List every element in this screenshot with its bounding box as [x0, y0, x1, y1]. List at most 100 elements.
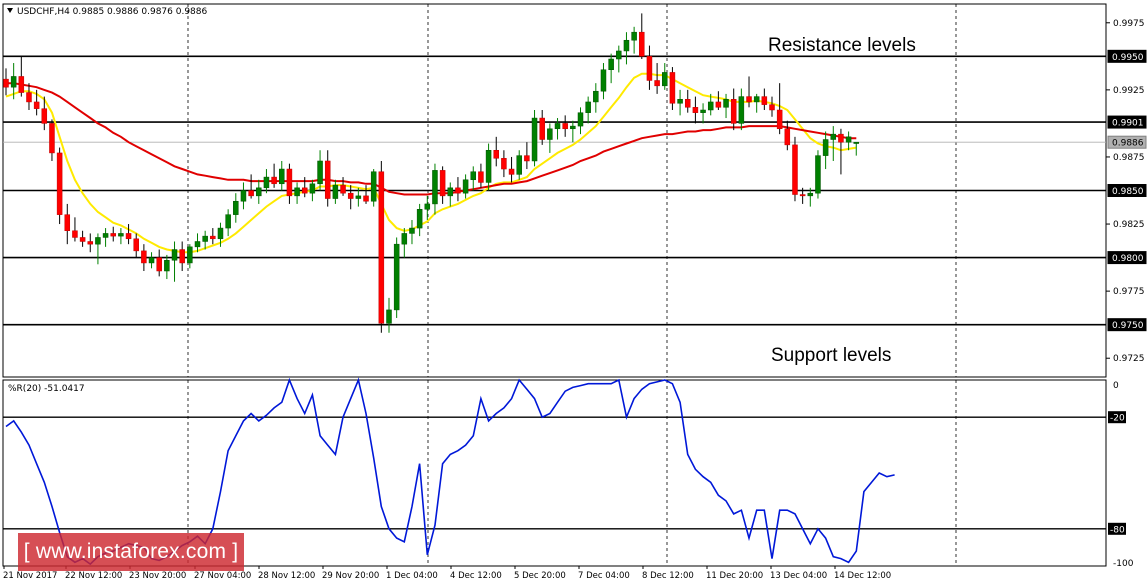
x-axis-label: 21 Nov 2017 — [3, 571, 57, 581]
candle-body — [600, 69, 607, 92]
candle-body — [455, 187, 461, 194]
price-tick-label: 0.9975 — [1113, 19, 1145, 29]
candle-body — [753, 96, 760, 103]
x-axis-label: 4 Dec 12:00 — [450, 571, 502, 581]
price-label-text: 0.9901 — [1112, 119, 1144, 129]
candle-body — [845, 136, 852, 143]
candle-body — [508, 168, 515, 175]
candle-body — [179, 249, 185, 264]
x-axis-label: 22 Nov 12:00 — [65, 571, 122, 581]
candle-body — [370, 171, 377, 202]
candle-body — [769, 104, 775, 111]
candle-body — [830, 133, 837, 140]
candle — [815, 150, 821, 199]
candle — [370, 169, 377, 207]
candle-body — [141, 250, 147, 264]
candle-body — [72, 230, 78, 238]
candle-body — [730, 99, 737, 124]
candle-body — [623, 39, 630, 52]
x-axis-label: 27 Nov 04:00 — [194, 571, 251, 581]
candle-body — [87, 241, 94, 245]
candle-body — [56, 152, 63, 215]
indicator-level-text: -20 — [1110, 414, 1125, 424]
x-axis-label: 28 Nov 12:00 — [258, 571, 315, 581]
candle-body — [501, 158, 507, 170]
candle-body — [639, 31, 645, 57]
x-axis-label: 7 Dec 04:00 — [578, 571, 630, 581]
price-tick-label: 0.9925 — [1113, 86, 1145, 96]
candle-body — [815, 155, 821, 194]
chart-root: 0.9975 0.9925 0.9875 0.9825 0.9775 0.9725 0.99… — [0, 0, 1147, 585]
candle-body — [662, 72, 668, 87]
indicator-level-text: -80 — [1110, 525, 1125, 535]
candle-body — [401, 233, 408, 245]
candle-body — [531, 117, 538, 162]
x-axis-label: 29 Nov 20:00 — [322, 571, 379, 581]
candle-body — [807, 192, 814, 197]
candle-body — [217, 227, 224, 240]
candle-body — [33, 101, 40, 109]
candle-body — [447, 187, 454, 197]
candle-body — [95, 237, 101, 245]
price-tick-label: 0.9775 — [1113, 287, 1145, 297]
price-label-text: 0.9750 — [1112, 321, 1144, 331]
x-axis-label: 13 Dec 04:00 — [770, 571, 827, 581]
candle-body — [577, 112, 584, 127]
candle-body — [363, 195, 369, 202]
x-axis-label: 11 Dec 20:00 — [706, 571, 763, 581]
candle — [393, 237, 400, 318]
candle-body — [593, 90, 599, 103]
candle-body — [646, 56, 653, 81]
candle — [378, 160, 385, 333]
candle — [792, 136, 798, 202]
candle-body — [470, 171, 477, 181]
price-label-text: 0.9850 — [1112, 187, 1144, 197]
candle-body — [784, 128, 791, 146]
candle-body — [424, 203, 431, 210]
candle-body — [616, 50, 622, 60]
candle-body — [125, 233, 132, 240]
candle-body — [386, 309, 392, 324]
candle-body — [301, 187, 308, 194]
candle-body — [822, 139, 829, 156]
candle-body — [309, 183, 316, 194]
candle-body — [700, 109, 706, 113]
watermark: [ www.instaforex.com ] — [18, 533, 244, 571]
candle-body — [493, 149, 499, 159]
candle-body — [669, 72, 676, 104]
candle-body — [64, 214, 71, 232]
candle-body — [746, 96, 752, 103]
candle-body — [761, 96, 768, 105]
candle-body — [585, 101, 591, 113]
candle — [56, 147, 63, 225]
price-tick-label: 0.9825 — [1113, 220, 1145, 230]
candle-body — [692, 107, 699, 113]
price-tick-label: 0.9725 — [1113, 354, 1145, 364]
price-label-text: 0.9886 — [1112, 139, 1144, 149]
candle-body — [233, 200, 239, 215]
candle-body — [240, 190, 247, 202]
candle-body — [355, 195, 362, 199]
candle-body — [79, 237, 86, 242]
candle-body — [516, 155, 522, 175]
resistance-annotation: Resistance levels — [768, 35, 916, 56]
indicator-tick-label: -100 — [1113, 559, 1134, 569]
candle-body — [799, 194, 806, 197]
candle-body — [393, 243, 400, 311]
candle-body — [654, 80, 660, 87]
candle-body — [317, 160, 323, 185]
candle-body — [485, 149, 492, 183]
candle-body — [110, 233, 116, 237]
candle-body — [156, 257, 162, 272]
candle-body — [248, 190, 254, 197]
candle-body — [102, 233, 109, 238]
support-annotation: Support levels — [771, 345, 891, 366]
candle-body — [347, 192, 354, 199]
x-axis-label: 8 Dec 12:00 — [642, 571, 694, 581]
candle-body — [776, 109, 783, 130]
candle-body — [631, 31, 637, 41]
x-axis-label: 5 Dec 20:00 — [514, 571, 566, 581]
candle-body — [432, 170, 438, 205]
candle-body — [684, 99, 691, 108]
candle-body — [286, 168, 293, 197]
